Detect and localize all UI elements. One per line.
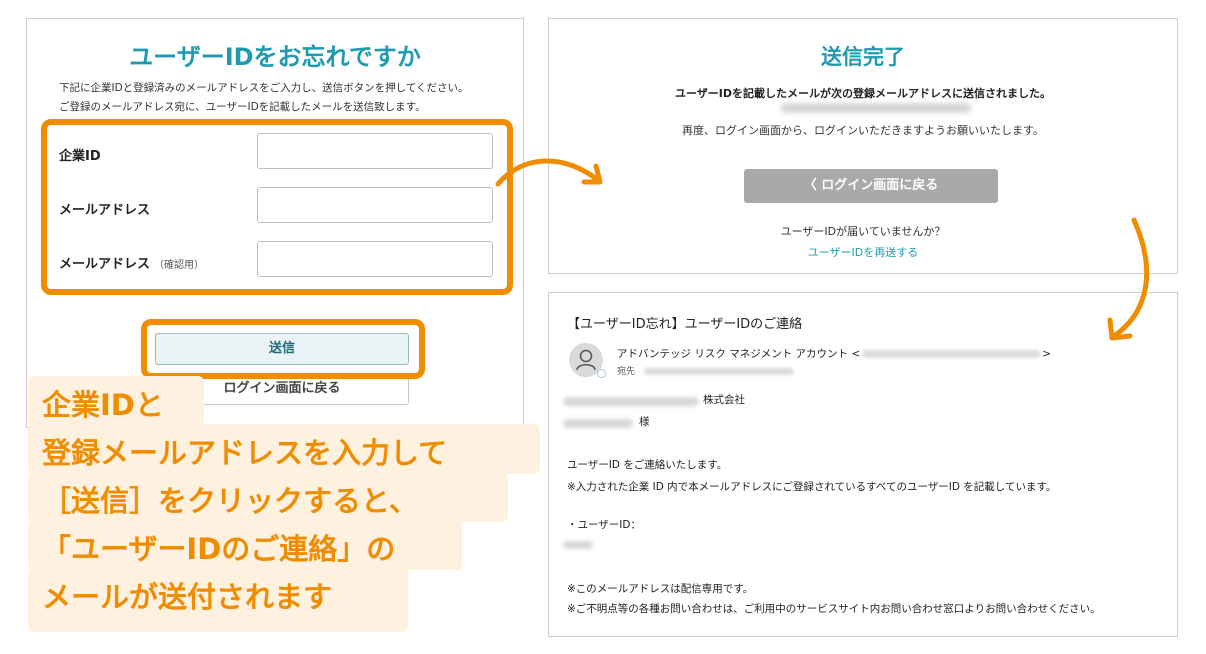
description-line-2: ご登録のメールアドレス宛に、ユーザーIDを記載したメールを送信致します。 [59, 101, 426, 113]
complete-message: ユーザーIDを記載したメールが次の登録メールアドレスに送信されました。 [674, 87, 1051, 100]
callout-line-2: 登録メールアドレスを入力して [42, 436, 448, 470]
sender-end: > [1042, 348, 1051, 360]
to-label: 宛先 [617, 367, 636, 377]
email-sender: アドバンテッジ リスク マネジメント アカウント < > [617, 346, 1051, 361]
resend-userid-link[interactable]: ユーザーIDを再送する [549, 244, 1177, 260]
redacted-email [781, 103, 971, 113]
userid-label: ・ユーザーID： [567, 519, 641, 531]
description-line-1: 下記に企業IDと登録済みのメールアドレスをご入力し、送信ボタンを押してください。 [59, 82, 469, 94]
callout-line-4: 「ユーザーIDのご連絡」の [42, 532, 396, 566]
redacted-recipient [643, 368, 794, 375]
instruction-callout: 企業IDと 登録メールアドレスを入力して ［送信］をクリックすると、 「ユーザー… [28, 376, 540, 636]
presence-indicator [597, 369, 606, 378]
callout-line-5: メールが送付されます [42, 580, 333, 614]
login-again-message: 再度、ログイン画面から、ログインいただきますようお願いいたします。 [682, 124, 1044, 137]
company-suffix: 株式会社 [703, 394, 745, 406]
form-description: 下記に企業IDと登録済みのメールアドレスをご入力し、送信ボタンを押してください。… [59, 79, 469, 117]
complete-title: 送信完了 [821, 45, 905, 69]
honorific: 様 [639, 416, 650, 428]
arrow-down-icon [1107, 217, 1150, 341]
redacted-company [563, 397, 699, 406]
arrow-right-icon [495, 158, 603, 187]
email-preview-panel: 【ユーザーID忘れ】ユーザーIDのご連絡 アドバンテッジ リスク マネジメント … [548, 292, 1178, 637]
callout-line-3: ［送信］をクリックすると、 [42, 484, 418, 518]
email-subject: 【ユーザーID忘れ】ユーザーIDのご連絡 [567, 317, 803, 332]
sender-name: アドバンテッジ リスク マネジメント アカウント < [617, 348, 861, 360]
email-footer-1: ※このメールアドレスは配信専用です。 [567, 583, 754, 595]
forgot-userid-panel: ユーザーIDをお忘れですか 下記に企業IDと登録済みのメールアドレスをご入力し、… [26, 18, 524, 428]
page-title: ユーザーIDをお忘れですか [129, 43, 421, 71]
redacted-name [563, 419, 633, 428]
form-highlight-box [41, 119, 513, 295]
redacted-userid [563, 541, 593, 549]
send-complete-panel: 送信完了 ユーザーIDを記載したメールが次の登録メールアドレスに送信されました。… [548, 18, 1178, 274]
return-login-button[interactable]: 〈 ログイン画面に戻る [744, 169, 998, 203]
callout-line-1: 企業IDと [42, 388, 164, 422]
email-footer-2: ※ご不明点等の各種お問い合わせは、ご利用中のサービスサイト内お問い合わせ窓口より… [567, 603, 1101, 615]
not-received-text: ユーザーIDが届いていませんか？ [780, 225, 946, 238]
email-body-line-2: ※入力された企業 ID 内で本メールアドレスにご登録されているすべてのユーザーI… [567, 481, 1057, 493]
email-recipient: 宛先 [617, 364, 794, 377]
send-button-highlight [141, 319, 425, 379]
redacted-sender-email [862, 350, 1041, 358]
email-body-line-1: ユーザーID をご連絡いたします。 [567, 459, 728, 471]
